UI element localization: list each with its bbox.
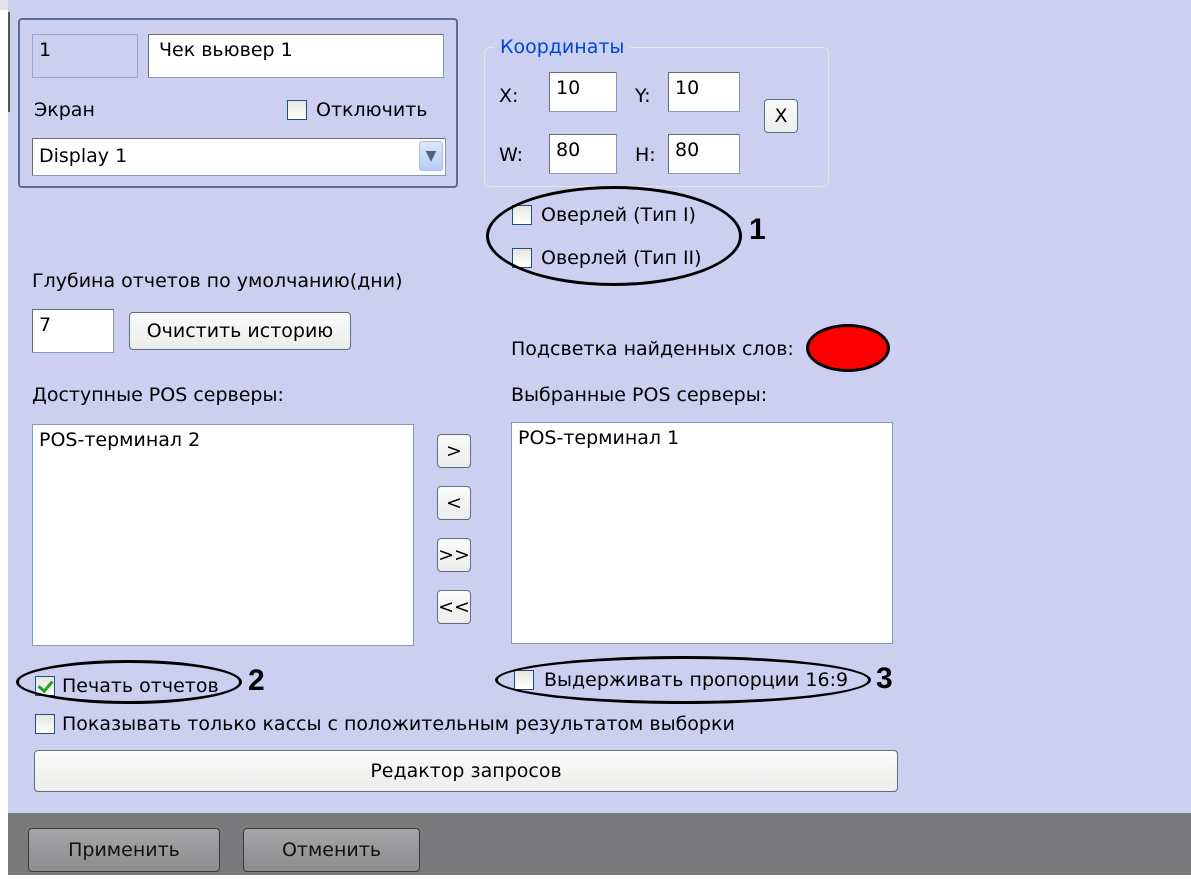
selected-servers-list[interactable]: POS-терминал 1	[511, 422, 893, 644]
x-label: X:	[499, 85, 519, 107]
y-label: Y:	[635, 85, 651, 107]
bottom-strip	[0, 875, 1191, 882]
object-name-field[interactable]: Чек вьювер 1	[148, 34, 444, 78]
object-number-field[interactable]: 1	[32, 34, 138, 78]
callout-ellipse-2	[16, 660, 242, 704]
move-all-right-label: >>	[438, 544, 470, 566]
x-value: 10	[556, 77, 581, 99]
screen-label: Экран	[34, 99, 95, 121]
callout-marker-1: 1	[749, 213, 766, 246]
x-input[interactable]: 10	[549, 72, 617, 112]
list-item[interactable]: POS-терминал 1	[518, 427, 886, 449]
object-number-value: 1	[39, 39, 52, 61]
report-depth-input[interactable]: 7	[32, 309, 114, 353]
clear-history-button[interactable]: Очистить историю	[129, 312, 351, 350]
query-editor-label: Редактор запросов	[370, 760, 562, 782]
w-input[interactable]: 80	[549, 134, 617, 174]
display-select[interactable]: Display 1 ▼	[32, 138, 446, 176]
callout-ellipse-3	[495, 656, 871, 704]
move-right-label: >	[446, 440, 462, 462]
left-edge-line	[8, 12, 10, 112]
h-input[interactable]: 80	[668, 134, 740, 174]
apply-label: Применить	[68, 839, 180, 861]
show-positive-label: Показывать только кассы с положительным …	[62, 713, 735, 735]
reset-coordinates-button[interactable]: X	[764, 99, 798, 133]
disable-label: Отключить	[316, 99, 428, 121]
move-all-left-label: <<	[438, 596, 470, 618]
list-item[interactable]: POS-терминал 2	[39, 429, 407, 451]
move-all-right-button[interactable]: >>	[437, 538, 471, 572]
available-servers-list[interactable]: POS-терминал 2	[32, 424, 414, 646]
report-depth-label: Глубина отчетов по умолчанию(дни)	[32, 270, 403, 292]
w-value: 80	[556, 139, 581, 161]
disable-checkbox[interactable]	[287, 100, 307, 120]
h-label: H:	[635, 144, 656, 166]
move-right-button[interactable]: >	[437, 434, 471, 468]
h-value: 80	[675, 139, 700, 161]
available-servers-label: Доступные POS серверы:	[32, 384, 284, 406]
report-depth-value: 7	[39, 314, 52, 336]
left-edge	[0, 10, 8, 120]
w-label: W:	[499, 144, 524, 166]
object-name-value: Чек вьювер 1	[159, 39, 293, 61]
clear-history-label: Очистить историю	[146, 320, 334, 342]
move-all-left-button[interactable]: <<	[437, 590, 471, 624]
y-input[interactable]: 10	[668, 72, 740, 112]
coordinates-title: Координаты	[494, 36, 631, 58]
move-left-button[interactable]: <	[437, 486, 471, 520]
apply-button[interactable]: Применить	[28, 828, 220, 872]
display-select-value: Display 1	[39, 145, 128, 167]
query-editor-button[interactable]: Редактор запросов	[34, 750, 898, 792]
show-positive-checkbox[interactable]	[35, 714, 55, 734]
cancel-label: Отменить	[281, 839, 382, 861]
highlight-color-swatch[interactable]	[806, 324, 890, 372]
callout-marker-3: 3	[876, 662, 893, 695]
highlight-label: Подсветка найденных слов:	[511, 338, 794, 360]
move-left-label: <	[446, 492, 462, 514]
selected-servers-label: Выбранные POS серверы:	[511, 384, 768, 406]
reset-label: X	[774, 105, 788, 127]
callout-ellipse-1	[486, 186, 742, 286]
cancel-button[interactable]: Отменить	[243, 828, 420, 872]
y-value: 10	[675, 77, 700, 99]
chevron-down-icon[interactable]: ▼	[419, 141, 443, 171]
callout-marker-2: 2	[248, 664, 265, 697]
